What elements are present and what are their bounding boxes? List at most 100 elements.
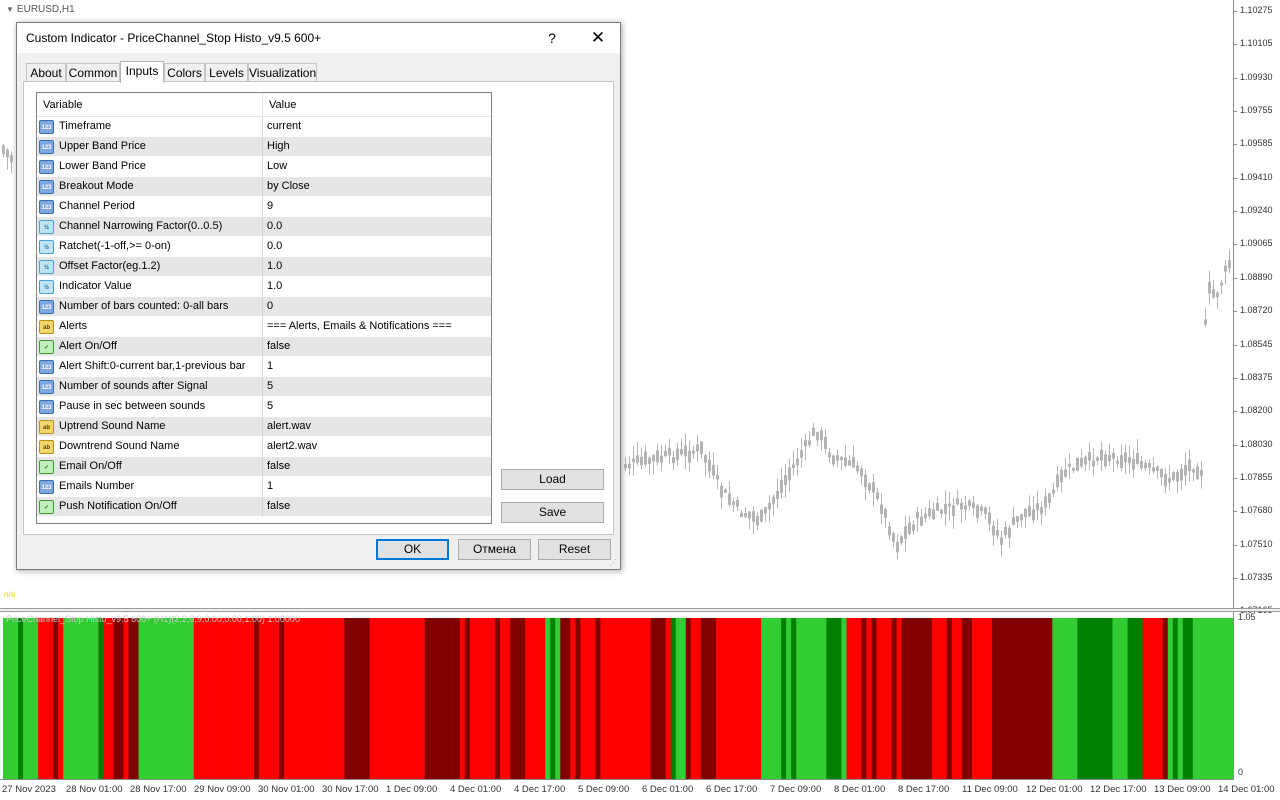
histogram-bar <box>113 618 125 779</box>
candle-body <box>652 454 655 462</box>
candle-body <box>660 455 663 463</box>
parameter-row[interactable]: 123 Breakout Mode by Close <box>37 177 491 197</box>
save-button[interactable]: Save <box>501 502 604 523</box>
candle-body <box>1036 503 1039 511</box>
parameter-value[interactable]: 5 <box>267 400 273 412</box>
histogram-bar <box>946 618 953 779</box>
histogram-bar <box>3 618 19 779</box>
candle-body <box>876 492 879 499</box>
candle-body <box>872 482 875 493</box>
column-divider[interactable] <box>262 93 263 117</box>
candle-body <box>924 513 927 519</box>
parameter-row[interactable]: ✓ Push Notification On/Off false <box>37 497 491 517</box>
parameter-value[interactable]: 0.0 <box>267 220 282 232</box>
cancel-button[interactable]: Отмена <box>458 539 531 560</box>
candle-body <box>1092 460 1095 467</box>
candle-body <box>1044 496 1047 508</box>
parameter-value[interactable]: High <box>267 140 290 152</box>
reset-button[interactable]: Reset <box>538 539 611 560</box>
time-label: 28 Nov 17:00 <box>130 784 187 795</box>
tab-common[interactable]: Common <box>66 63 120 83</box>
histogram-bar <box>796 618 827 779</box>
tab-inputs[interactable]: Inputs <box>120 61 164 83</box>
resize-grip-icon[interactable]: ⋰ <box>609 558 619 568</box>
parameter-value[interactable]: 1 <box>267 480 273 492</box>
parameter-value[interactable]: === Alerts, Emails & Notifications === <box>267 320 452 332</box>
parameter-row[interactable]: 123 Upper Band Price High <box>37 137 491 157</box>
parameter-name: Uptrend Sound Name <box>59 420 166 432</box>
candle-body <box>724 489 727 493</box>
parameter-value[interactable]: 1.0 <box>267 260 282 272</box>
candle-body <box>636 455 639 463</box>
parameter-value[interactable]: 5 <box>267 380 273 392</box>
parameter-row[interactable]: 123 Lower Band Price Low <box>37 157 491 177</box>
subwindow-separator[interactable] <box>0 608 1280 612</box>
candle-body <box>740 512 743 518</box>
tab-visualization[interactable]: Visualization <box>248 63 317 83</box>
integer-type-icon: 123 <box>39 300 54 314</box>
parameter-row[interactable]: ab Downtrend Sound Name alert2.wav <box>37 437 491 457</box>
dialog-titlebar[interactable]: Custom Indicator - PriceChannel_Stop His… <box>17 23 620 53</box>
parameter-row[interactable]: ½ Ratchet(-1-off,>= 0-on) 0.0 <box>37 237 491 257</box>
candle-body <box>792 464 795 469</box>
parameter-row[interactable]: ✓ Email On/Off false <box>37 457 491 477</box>
histogram-bar <box>781 618 787 779</box>
price-tick <box>1233 311 1237 312</box>
close-icon[interactable]: ✕ <box>583 27 613 49</box>
parameter-value[interactable]: false <box>267 460 290 472</box>
parameter-row[interactable]: ab Uptrend Sound Name alert.wav <box>37 417 491 437</box>
bool-type-icon: ✓ <box>39 460 54 474</box>
parameter-row[interactable]: 123 Timeframe current <box>37 117 491 137</box>
parameter-value[interactable]: 1.0 <box>267 280 282 292</box>
subwindow-axis-bottom: 0 <box>1238 767 1244 777</box>
ok-button[interactable]: OK <box>376 539 449 560</box>
candle-body <box>1168 478 1171 483</box>
tab-levels[interactable]: Levels <box>205 63 248 83</box>
candle-body <box>756 515 759 526</box>
parameter-row[interactable]: 123 Channel Period 9 <box>37 197 491 217</box>
parameter-row[interactable]: ½ Channel Narrowing Factor(0..0.5) 0.0 <box>37 217 491 237</box>
candle-body <box>1228 260 1231 269</box>
parameter-value[interactable]: by Close <box>267 180 310 192</box>
histogram-bar <box>786 618 792 779</box>
parameter-value[interactable]: Low <box>267 160 287 172</box>
help-icon[interactable]: ? <box>537 27 567 49</box>
tab-about[interactable]: About <box>26 63 66 83</box>
candle-body <box>1144 462 1147 469</box>
parameter-row[interactable]: 123 Pause in sec between sounds 5 <box>37 397 491 417</box>
price-tick <box>1233 11 1237 12</box>
histogram-bar <box>284 618 345 779</box>
candle-body <box>1000 537 1003 545</box>
parameter-row[interactable]: ½ Offset Factor(eg.1.2) 1.0 <box>37 257 491 277</box>
parameter-value[interactable]: false <box>267 340 290 352</box>
parameter-value[interactable]: 0.0 <box>267 240 282 252</box>
parameter-row[interactable]: ½ Indicator Value 1.0 <box>37 277 491 297</box>
value-column-header[interactable]: Value <box>269 99 296 111</box>
parameter-value[interactable]: 1 <box>267 360 273 372</box>
candle-body <box>880 504 883 514</box>
candle-body <box>1116 460 1119 464</box>
parameter-row[interactable]: 123 Alert Shift:0-current bar,1-previous … <box>37 357 491 377</box>
load-button[interactable]: Load <box>501 469 604 490</box>
tab-colors[interactable]: Colors <box>164 63 205 83</box>
parameter-row[interactable]: ✓ Alert On/Off false <box>37 337 491 357</box>
parameter-value[interactable]: alert.wav <box>267 420 311 432</box>
histogram-bar <box>58 618 64 779</box>
histogram-bar <box>690 618 702 779</box>
parameter-value[interactable]: 0 <box>267 300 273 312</box>
parameter-row[interactable]: 123 Number of sounds after Signal 5 <box>37 377 491 397</box>
time-label: 12 Dec 01:00 <box>1026 784 1083 795</box>
histogram-bar <box>665 618 672 779</box>
parameter-value[interactable]: alert2.wav <box>267 440 317 452</box>
variable-column-header[interactable]: Variable <box>43 99 83 111</box>
parameter-value[interactable]: current <box>267 120 301 132</box>
candle-body <box>704 455 707 463</box>
parameter-value[interactable]: 9 <box>267 200 273 212</box>
candle-body <box>732 501 735 505</box>
parameter-row[interactable]: 123 Number of bars counted: 0-all bars 0 <box>37 297 491 317</box>
parameter-row[interactable]: 123 Emails Number 1 <box>37 477 491 497</box>
price-tick <box>1233 111 1237 112</box>
indicator-histogram <box>3 618 1233 779</box>
parameter-row[interactable]: ab Alerts === Alerts, Emails & Notificatio… <box>37 317 491 337</box>
parameter-value[interactable]: false <box>267 500 290 512</box>
